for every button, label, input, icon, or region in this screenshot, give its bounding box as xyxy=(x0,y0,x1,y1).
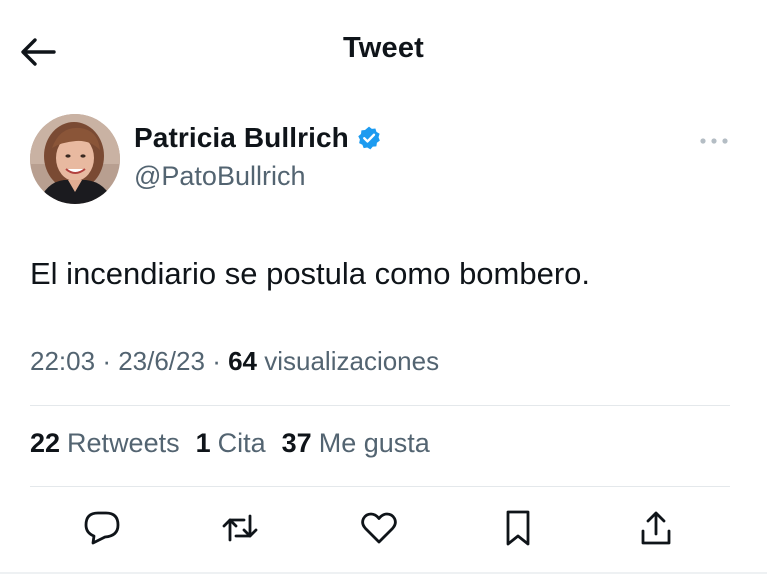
like-button[interactable] xyxy=(357,506,401,550)
likes-stat[interactable]: 37 Me gusta xyxy=(282,428,430,459)
avatar[interactable] xyxy=(30,114,120,204)
more-dots-icon xyxy=(700,138,728,144)
likes-label: Me gusta xyxy=(318,428,430,458)
tweet-stats: 22 Retweets 1 Cita 37 Me gusta xyxy=(30,428,446,459)
bookmark-button[interactable] xyxy=(496,506,540,550)
share-button[interactable] xyxy=(634,506,678,550)
quotes-count: 1 xyxy=(195,428,211,458)
meta-separator: · xyxy=(212,346,229,376)
bookmark-icon xyxy=(506,510,530,546)
quotes-label: Cita xyxy=(217,428,266,458)
page-title: Tweet xyxy=(342,32,425,64)
reply-button[interactable] xyxy=(80,506,124,550)
display-name: Patricia Bullrich xyxy=(134,122,349,153)
views-label: visualizaciones xyxy=(264,346,440,376)
retweets-stat[interactable]: 22 Retweets xyxy=(30,428,180,459)
retweet-button[interactable] xyxy=(218,506,262,550)
tweet-text: El incendiario se postula como bombero. xyxy=(30,256,591,291)
avatar-image xyxy=(30,114,120,204)
meta-separator: · xyxy=(102,346,119,376)
tweet-date[interactable]: 23/6/23 xyxy=(118,346,205,376)
action-bar xyxy=(0,500,767,560)
views-count: 64 xyxy=(228,346,257,376)
tweet-time[interactable]: 22:03 xyxy=(30,346,95,376)
quotes-stat[interactable]: 1 Cita xyxy=(196,428,266,459)
retweets-label: Retweets xyxy=(67,428,180,458)
tweet-meta: 22:03 · 23/6/23 · 64 visualizaciones xyxy=(30,346,439,377)
more-options-button[interactable] xyxy=(694,124,734,158)
bottom-divider xyxy=(0,572,767,574)
share-icon xyxy=(641,511,671,545)
heart-icon xyxy=(361,512,397,544)
likes-count: 37 xyxy=(281,428,312,458)
tweet-author: Patricia Bullrich @PatoBullrich xyxy=(30,114,730,206)
divider xyxy=(30,405,730,406)
verified-badge-icon xyxy=(356,125,382,151)
retweets-count: 22 xyxy=(30,428,61,458)
retweet-icon xyxy=(222,514,258,542)
user-handle[interactable]: @PatoBullrich xyxy=(134,161,305,192)
comment-icon xyxy=(84,511,120,545)
display-name-row[interactable]: Patricia Bullrich xyxy=(134,122,382,154)
divider xyxy=(30,486,730,487)
top-bar: Tweet xyxy=(0,0,767,100)
